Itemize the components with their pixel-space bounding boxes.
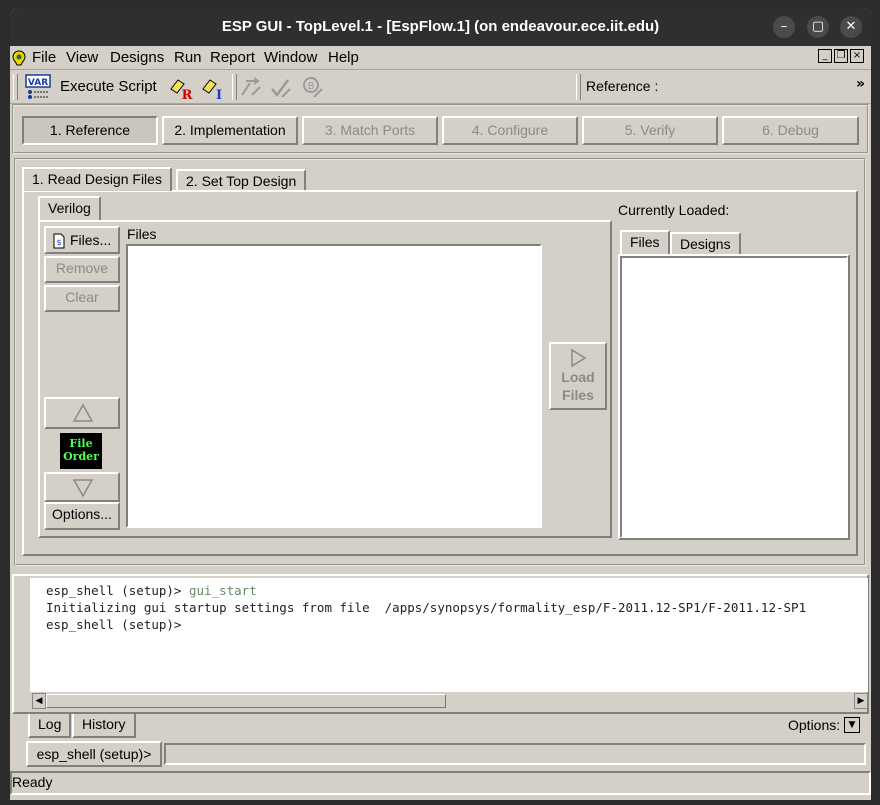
move-down-button[interactable] (44, 472, 120, 502)
tab-read-design-files[interactable]: 1. Read Design Files (22, 167, 172, 191)
svg-text:$: $ (56, 238, 61, 247)
load-files-button[interactable]: Load Files (549, 342, 607, 410)
scroll-thumb[interactable] (46, 694, 446, 708)
menu-bar: File View Designs Run Report Window Help… (10, 46, 871, 70)
file-order-badge: File Order (60, 433, 102, 469)
step-configure[interactable]: 4. Configure (442, 116, 578, 145)
reference-marker-icon[interactable]: R (168, 75, 194, 101)
verify-icon-disabled (271, 79, 291, 98)
mdi-restore-button[interactable]: ❐ (834, 49, 848, 63)
reference-marker-label: R (182, 88, 193, 101)
mdi-close-button[interactable]: × (850, 49, 864, 63)
loaded-files-page (618, 254, 850, 540)
tab-log[interactable]: Log (28, 714, 72, 738)
flow-step-bar: 1. Reference 2. Implementation 3. Match … (12, 104, 869, 154)
options-button[interactable]: Options... (44, 502, 120, 530)
tab-set-top-design[interactable]: 2. Set Top Design (176, 169, 307, 191)
implementation-marker-label: I (216, 88, 222, 101)
app-window: ESP GUI - TopLevel.1 - [EspFlow.1] (on e… (10, 8, 871, 800)
window-title: ESP GUI - TopLevel.1 - [EspFlow.1] (on e… (221, 18, 660, 35)
title-bar[interactable]: ESP GUI - TopLevel.1 - [EspFlow.1] (on e… (10, 8, 871, 46)
debug-icon-disabled: B (303, 77, 323, 98)
load-files-label: Load Files (561, 369, 595, 403)
shell-prompt-button[interactable]: esp_shell (setup)> (26, 741, 162, 767)
console-hscrollbar[interactable]: ◀ ▶ (32, 693, 868, 709)
scroll-right-icon[interactable]: ▶ (854, 693, 868, 709)
scroll-left-icon[interactable]: ◀ (32, 693, 46, 709)
console-line-3: esp_shell (setup)> (46, 616, 806, 633)
toolbar: VAR Execute Script R I B Reference : » (10, 70, 871, 104)
play-triangle-icon (571, 348, 587, 368)
triangle-up-icon (72, 403, 94, 422)
tab-history[interactable]: History (72, 714, 136, 738)
menu-view[interactable]: View (66, 49, 98, 66)
console-line-2-text: Initializing gui startup settings from f… (46, 600, 807, 615)
console-line-1-prompt: esp_shell (setup)> (46, 583, 189, 598)
step-verify[interactable]: 5. Verify (582, 116, 718, 145)
toolbar-separator (232, 74, 237, 100)
reference-label: Reference : (586, 78, 659, 94)
tab-verilog[interactable]: Verilog (38, 196, 101, 220)
console-log: esp_shell (setup)> gui_start Initializing… (12, 574, 869, 714)
remove-button[interactable]: Remove (44, 256, 120, 283)
menu-run[interactable]: Run (174, 49, 202, 66)
step-match-ports[interactable]: 3. Match Ports (302, 116, 438, 145)
toolbar-grip-2[interactable] (576, 74, 581, 100)
status-bar: Ready (10, 771, 871, 795)
app-logo-icon (12, 50, 26, 66)
files-list-label: Files (127, 226, 157, 242)
console-line-1: esp_shell (setup)> gui_start (46, 582, 806, 599)
console-output[interactable]: esp_shell (setup)> gui_start Initializing… (30, 578, 868, 692)
console-line-1-cmd: gui_start (189, 583, 257, 598)
tab-loaded-files[interactable]: Files (620, 230, 670, 254)
minimize-button[interactable]: – (773, 16, 795, 38)
console-line-2: Initializing gui startup settings from f… (46, 599, 806, 616)
menu-designs[interactable]: Designs (110, 49, 164, 66)
console-options-label: Options: (788, 717, 841, 733)
console-options-dropdown-icon[interactable]: ▼ (844, 717, 860, 733)
files-button-label: Files... (70, 232, 112, 248)
verilog-page: $ Files... Remove Clear Files File Order (38, 220, 612, 538)
var-icon-text: VAR (28, 78, 48, 88)
mdi-minimize-button[interactable]: _ (818, 49, 832, 63)
console-text: esp_shell (setup)> gui_start Initializing… (46, 582, 806, 633)
triangle-down-icon (72, 479, 94, 498)
files-button[interactable]: $ Files... (44, 226, 120, 254)
command-input[interactable] (164, 743, 866, 765)
implementation-marker-icon[interactable]: I (200, 75, 226, 101)
toolbar-overflow-icon[interactable]: » (856, 76, 865, 92)
clear-button[interactable]: Clear (44, 285, 120, 312)
tab-loaded-designs[interactable]: Designs (670, 232, 741, 254)
var-script-icon[interactable]: VAR (24, 73, 52, 101)
status-text: Ready (12, 774, 53, 790)
match-icon-disabled (241, 77, 261, 96)
maximize-button[interactable]: ▢ (807, 16, 829, 38)
step-debug[interactable]: 6. Debug (722, 116, 859, 145)
menu-help[interactable]: Help (328, 49, 359, 66)
console-line-3-prompt: esp_shell (setup)> (46, 617, 182, 632)
file-open-icon: $ (53, 233, 65, 249)
toolbar-grip[interactable] (13, 74, 18, 100)
svg-text:B: B (308, 81, 315, 92)
menu-report[interactable]: Report (210, 49, 255, 66)
currently-loaded-label: Currently Loaded: (618, 202, 730, 218)
read-design-files-page: Verilog $ Files... Remove Clear Files Fi… (22, 190, 858, 556)
loaded-files-list[interactable] (620, 256, 848, 538)
execute-script-button[interactable]: Execute Script (60, 78, 157, 95)
step-reference[interactable]: 1. Reference (22, 116, 158, 145)
move-up-button[interactable] (44, 397, 120, 429)
close-button[interactable]: ✕ (840, 16, 862, 38)
menu-file[interactable]: File (32, 49, 56, 66)
reference-panel: 1. Read Design Files 2. Set Top Design V… (14, 158, 866, 566)
step-implementation[interactable]: 2. Implementation (162, 116, 298, 145)
files-list[interactable] (126, 244, 542, 528)
menu-window[interactable]: Window (264, 49, 317, 66)
